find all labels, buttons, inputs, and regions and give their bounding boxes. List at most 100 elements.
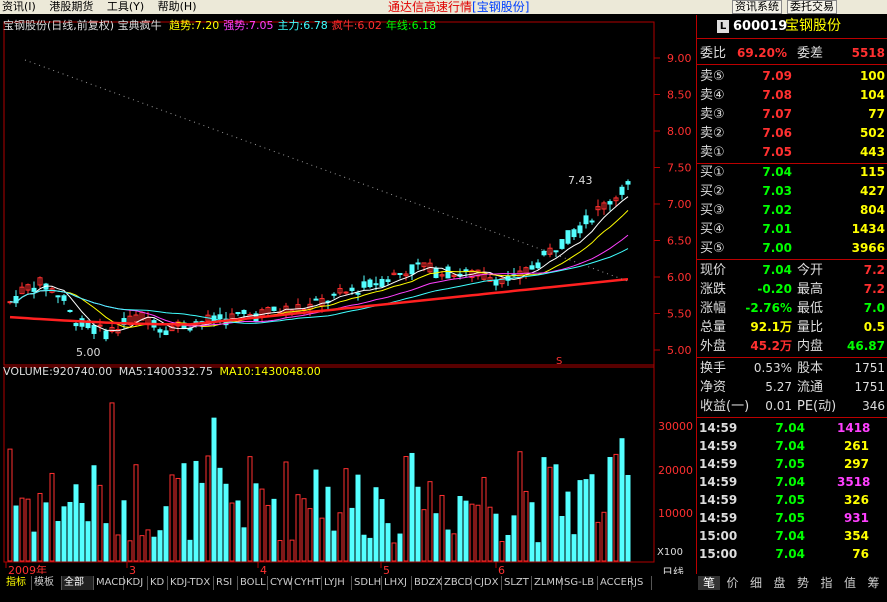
volume-bar (103, 523, 109, 562)
volume-bar (277, 540, 283, 562)
sell-level[interactable]: 卖⑤ 7.09 100 (697, 67, 887, 86)
indicator-tab[interactable]: MACD (94, 576, 126, 590)
volume-bar (433, 513, 439, 562)
indicator-tab[interactable]: 模板 (32, 576, 62, 590)
candle-body (559, 239, 565, 249)
indicator-tab[interactable]: BDZX (412, 576, 442, 590)
menu-help[interactable]: 帮助(H) (158, 0, 197, 14)
volume-bar (409, 452, 415, 562)
candle-body (577, 225, 583, 234)
stat-row[interactable]: 现价 7.04 今开 7.2 (697, 261, 887, 280)
info-row[interactable]: 换手 0.53% 股本 1751 (697, 359, 887, 378)
tick-time: 14:59 (699, 439, 738, 453)
candle-body (493, 279, 499, 286)
panel-tab[interactable]: 指 (816, 576, 838, 590)
indicator-tab[interactable]: 全部 (62, 576, 94, 590)
panel-tab[interactable]: 盘 (769, 576, 791, 590)
buy-level[interactable]: 买③ 7.02 804 (697, 201, 887, 220)
candle-body (565, 230, 571, 244)
buy-level[interactable]: 买⑤ 7.00 3966 (697, 239, 887, 258)
indicator-tab[interactable]: CYW (268, 576, 293, 590)
volume-bar (67, 501, 73, 562)
buy-price: 7.01 (762, 222, 792, 236)
legend-items: 趋势:7.20 强势:7.05 主力:6.78 疯牛:6.02 年线:6.18 (165, 19, 436, 32)
tick-price: 7.05 (775, 457, 805, 471)
panel-tab[interactable]: 细 (745, 576, 767, 590)
stat-row[interactable]: 总量 92.1万 量比 0.5 (697, 318, 887, 337)
volume-bar (415, 486, 421, 562)
indicator-tab[interactable]: RSI (214, 576, 238, 590)
volume-bar (199, 482, 205, 562)
buy-label: 买③ (700, 203, 725, 218)
tick-row[interactable]: 14:59 7.05 326 (697, 491, 887, 510)
buy-level[interactable]: 买② 7.03 427 (697, 182, 887, 201)
tick-row[interactable]: 14:59 7.04 1418 (697, 419, 887, 438)
sell-level[interactable]: 卖① 7.05 443 (697, 143, 887, 162)
indicator-name: 宝典疯牛 (117, 19, 162, 32)
sell-level[interactable]: 卖④ 7.08 104 (697, 86, 887, 105)
info-value: 0.01 (765, 399, 792, 413)
sell-level[interactable]: 卖③ 7.07 77 (697, 105, 887, 124)
volume-bar (169, 474, 175, 562)
panel-tab[interactable]: 势 (792, 576, 814, 590)
stat-row[interactable]: 涨跌 -0.20 最高 7.2 (697, 280, 887, 299)
quote-panel: L 600019 宝钢股份 委比 69.20% 委差 5518 卖⑤ 7.09 10… (696, 15, 887, 575)
indicator-tab[interactable]: CYHT (292, 576, 322, 590)
indicator-tab[interactable]: 指标 (4, 576, 32, 590)
tick-price: 7.04 (775, 439, 805, 453)
indicator-tab[interactable]: KDJ (124, 576, 148, 590)
indicator-tab[interactable]: BOLL (238, 576, 268, 590)
tick-row[interactable]: 14:59 7.04 3518 (697, 473, 887, 492)
indicator-tab[interactable]: ZLMM (532, 576, 564, 590)
tick-row[interactable]: 15:00 7.04 354 (697, 527, 887, 546)
indicator-tab[interactable]: CJDX (472, 576, 502, 590)
stat-row[interactable]: 涨幅 -2.76% 最低 7.0 (697, 299, 887, 318)
price-tick-label: 6.00 (667, 271, 692, 284)
indicator-tab[interactable]: KDJ-TDX (168, 576, 214, 590)
volume-bar (37, 492, 43, 562)
volume-bar (361, 534, 367, 562)
candle-body (379, 278, 385, 287)
indicator-tab[interactable]: JS (632, 576, 652, 590)
info-row[interactable]: 净资 5.27 流通 1751 (697, 378, 887, 397)
indicator-tab[interactable]: KD (148, 576, 168, 590)
volume-bar (283, 461, 289, 562)
tick-price: 7.04 (775, 475, 805, 489)
volume-bar (181, 463, 187, 562)
indicator-tab[interactable]: LHXJ (382, 576, 412, 590)
panel-tab[interactable]: 筹 (863, 576, 885, 590)
tick-row[interactable]: 14:59 7.04 261 (697, 437, 887, 456)
candle-body (529, 265, 535, 270)
indicator-tab[interactable]: SG-LB (562, 576, 598, 590)
tick-row[interactable]: 15:00 7.04 76 (697, 545, 887, 564)
candle-body (103, 330, 109, 340)
menu-hk-futures[interactable]: 港股期货 (49, 0, 93, 14)
tick-row[interactable]: 14:59 7.05 297 (697, 455, 887, 474)
kline-chart[interactable]: 9.00 8.50 8.00 7.50 7.00 6.50 6.00 5.50 5.00 300… (0, 15, 695, 585)
buy-volume: 427 (859, 184, 885, 198)
panel-tab[interactable]: 值 (839, 576, 861, 590)
panel-tab[interactable]: 笔 (698, 576, 720, 590)
stat-value: 7.0 (863, 301, 885, 315)
candle-body (343, 291, 349, 294)
trade-button[interactable]: 委托交易 (787, 0, 837, 14)
indicator-tab[interactable]: ACCER (598, 576, 634, 590)
indicator-tab[interactable]: SDLH (352, 576, 382, 590)
indicator-tab[interactable]: ZBCD (442, 576, 472, 590)
volume-bar (151, 536, 157, 562)
stat-label: 今开 (797, 263, 824, 278)
candle-body (373, 283, 379, 286)
buy-level[interactable]: 买① 7.04 115 (697, 163, 887, 182)
info-row[interactable]: 收益(一) 0.01 PE(动) 346 (697, 397, 887, 416)
menu-tools[interactable]: 工具(Y) (107, 0, 144, 14)
stat-row[interactable]: 外盘 45.2万 内盘 46.87 (697, 337, 887, 356)
indicator-tab[interactable]: SLZT (502, 576, 532, 590)
sell-level[interactable]: 卖② 7.06 502 (697, 124, 887, 143)
volume-bar (31, 531, 37, 562)
buy-level[interactable]: 买④ 7.01 1434 (697, 220, 887, 239)
info-system-button[interactable]: 资讯系统 (732, 0, 782, 14)
menu-info[interactable]: 资讯(I) (2, 0, 36, 14)
indicator-tab[interactable]: LYJH (322, 576, 352, 590)
tick-row[interactable]: 14:59 7.05 931 (697, 509, 887, 528)
panel-tab[interactable]: 价 (722, 576, 744, 590)
